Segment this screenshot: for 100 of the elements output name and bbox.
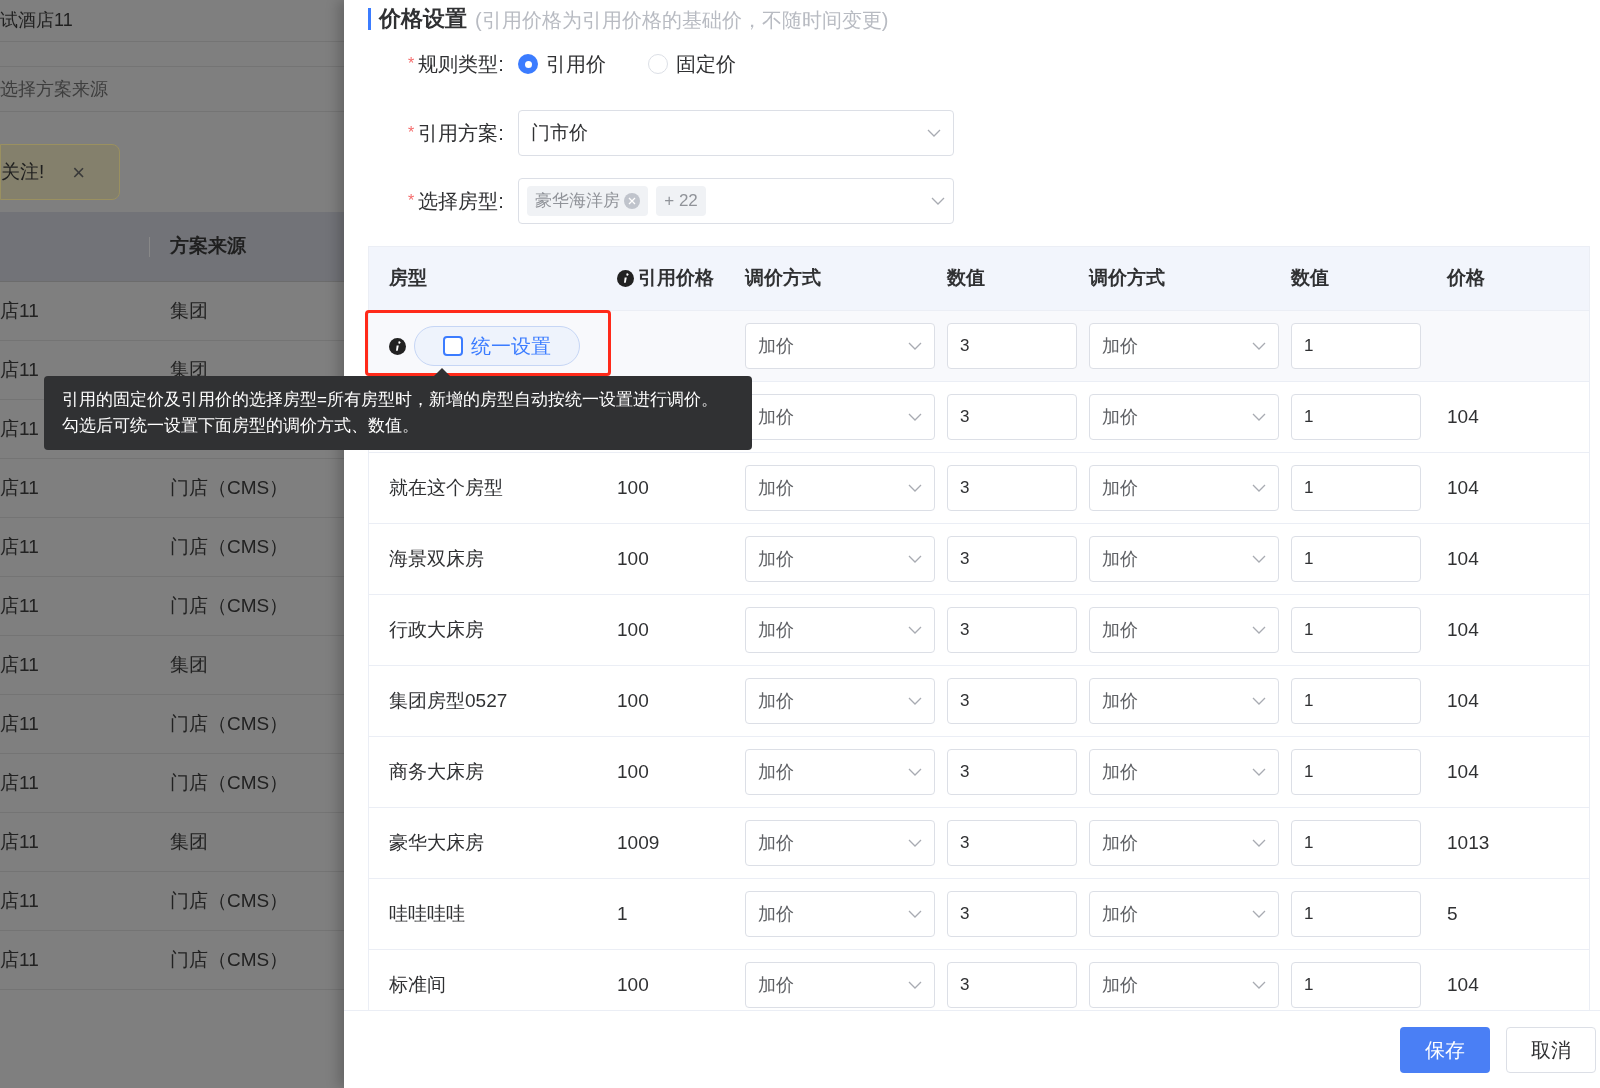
value-input[interactable]: 3 (947, 678, 1077, 724)
value-input[interactable]: 3 (947, 891, 1077, 937)
tooltip-text: 勾选后可统一设置下面房型的调价方式、数值。 (62, 415, 420, 437)
chevron-down-icon (1252, 910, 1266, 918)
table-cell-text: 集团 (170, 652, 208, 677)
method-select[interactable]: 加价 (745, 678, 935, 724)
method-select[interactable]: 加价 (1089, 607, 1279, 653)
price: 104 (1447, 973, 1479, 995)
value-input[interactable]: 3 (947, 323, 1077, 369)
scheme-select[interactable]: 门市价 (518, 110, 955, 156)
ref-price: 100 (617, 760, 649, 782)
chevron-down-icon (927, 129, 942, 137)
ref-price: 100 (617, 973, 649, 995)
column-header: 引用价格 (638, 266, 714, 291)
method-select[interactable]: 加价 (745, 323, 935, 369)
chevron-down-icon (908, 555, 922, 563)
method-select[interactable]: 加价 (745, 820, 935, 866)
method-select[interactable]: 加价 (1089, 962, 1279, 1008)
column-header: 调价方式 (745, 266, 821, 291)
value-input[interactable]: 1 (1291, 607, 1421, 653)
chevron-down-icon (908, 768, 922, 776)
room-name: 商务大床房 (389, 760, 484, 782)
required-mark: * (408, 191, 415, 211)
method-select[interactable]: 加价 (745, 607, 935, 653)
table-cell-text: 门店（CMS） (170, 711, 289, 736)
value-input[interactable]: 3 (947, 394, 1077, 440)
table-cell-text: 门店（CMS） (170, 593, 289, 618)
value-input[interactable]: 1 (1291, 465, 1421, 511)
method-select[interactable]: 加价 (1089, 891, 1279, 937)
radio-option[interactable]: 固定价 (648, 49, 737, 79)
method-select[interactable]: 加价 (745, 749, 935, 795)
table-cell: 店11 (0, 299, 39, 321)
column-header: 价格 (1447, 266, 1485, 291)
table-cell-text: 门店（CMS） (170, 534, 289, 559)
value-input[interactable]: 3 (947, 607, 1077, 653)
chevron-down-icon (1252, 484, 1266, 492)
column-header: 调价方式 (1089, 266, 1165, 291)
column-header: 数值 (1291, 266, 1329, 291)
room-name: 集团房型0527 (389, 689, 508, 711)
chevron-down-icon (908, 910, 922, 918)
cancel-button[interactable]: 取消 (1506, 1026, 1596, 1073)
method-select[interactable]: 加价 (1089, 394, 1279, 440)
room-name: 哇哇哇哇 (389, 902, 465, 924)
price: 104 (1447, 547, 1479, 569)
more-count: + 22 (656, 186, 706, 216)
method-select[interactable]: 加价 (1089, 536, 1279, 582)
method-select[interactable]: 加价 (1089, 323, 1279, 369)
method-select[interactable]: 加价 (1089, 749, 1279, 795)
chevron-down-icon (1252, 626, 1266, 634)
table-cell: 店11 (0, 476, 39, 498)
ref-price: 1 (617, 902, 628, 924)
table-cell-text: 门店（CMS） (170, 475, 289, 500)
value-input[interactable]: 1 (1291, 820, 1421, 866)
method-select[interactable]: 加价 (1089, 820, 1279, 866)
hotel-name: 试酒店11 (0, 9, 73, 32)
table-cell: 店11 (0, 653, 39, 675)
method-select[interactable]: 加价 (745, 891, 935, 937)
price: 1013 (1447, 831, 1490, 853)
value-input[interactable]: 1 (1291, 394, 1421, 440)
value-input[interactable]: 3 (947, 465, 1077, 511)
chevron-down-icon (908, 839, 922, 847)
value-input[interactable]: 1 (1291, 891, 1421, 937)
value-input[interactable]: 1 (1291, 962, 1421, 1008)
method-select[interactable]: 加价 (745, 465, 935, 511)
value-input[interactable]: 3 (947, 962, 1077, 1008)
method-select[interactable]: 加价 (745, 962, 935, 1008)
chevron-down-icon (1252, 413, 1266, 421)
table-cell: 店11 (0, 535, 39, 557)
form-label: 选择房型: (418, 189, 505, 214)
price: 104 (1447, 760, 1479, 782)
table-cell: 店11 (0, 358, 39, 380)
value-input[interactable]: 3 (947, 820, 1077, 866)
value-input[interactable]: 3 (947, 749, 1077, 795)
unified-setting-checkbox[interactable]: 统一设置 (414, 326, 580, 366)
method-select[interactable]: 加价 (1089, 465, 1279, 511)
method-select[interactable]: 加价 (1089, 678, 1279, 724)
price: 104 (1447, 618, 1479, 640)
ref-price: 100 (617, 476, 649, 498)
chevron-down-icon (908, 626, 922, 634)
table-cell: 店11 (0, 771, 39, 793)
method-select[interactable]: 加价 (745, 536, 935, 582)
ref-price: 100 (617, 618, 649, 640)
value-input[interactable]: 1 (1291, 678, 1421, 724)
table-cell-text: 门店（CMS） (170, 947, 289, 972)
radio-option[interactable]: 引用价 (518, 49, 607, 79)
chevron-down-icon (908, 697, 922, 705)
room-name: 行政大床房 (389, 618, 484, 640)
value-input[interactable]: 3 (947, 536, 1077, 582)
table-cell: 店11 (0, 830, 39, 852)
value-input[interactable]: 1 (1291, 536, 1421, 582)
form-label: 引用方案: (418, 121, 505, 146)
price: 104 (1447, 405, 1479, 427)
value-input[interactable]: 1 (1291, 323, 1421, 369)
ref-price: 100 (617, 547, 649, 569)
chevron-down-icon (908, 484, 922, 492)
room-name: 就在这个房型 (389, 476, 503, 498)
save-button[interactable]: 保存 (1400, 1026, 1490, 1073)
column-header: 方案来源 (170, 234, 246, 259)
close-icon[interactable] (624, 193, 641, 209)
value-input[interactable]: 1 (1291, 749, 1421, 795)
